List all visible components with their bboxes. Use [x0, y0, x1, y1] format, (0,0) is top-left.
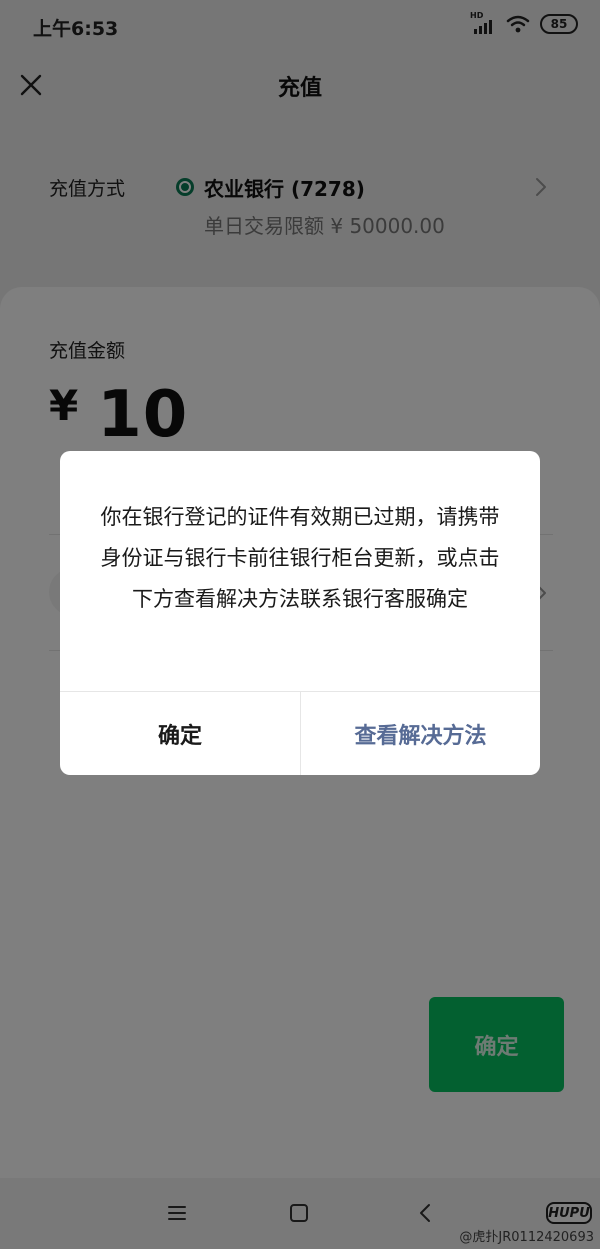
dialog-confirm-button[interactable]: 确定 [60, 692, 300, 775]
alert-dialog: 你在银行登记的证件有效期已过期，请携带身份证与银行卡前往银行柜台更新，或点击下方… [60, 451, 540, 775]
view-solution-button[interactable]: 查看解决方法 [301, 692, 540, 775]
dialog-message: 你在银行登记的证件有效期已过期，请携带身份证与银行卡前往银行柜台更新，或点击下方… [100, 505, 500, 611]
